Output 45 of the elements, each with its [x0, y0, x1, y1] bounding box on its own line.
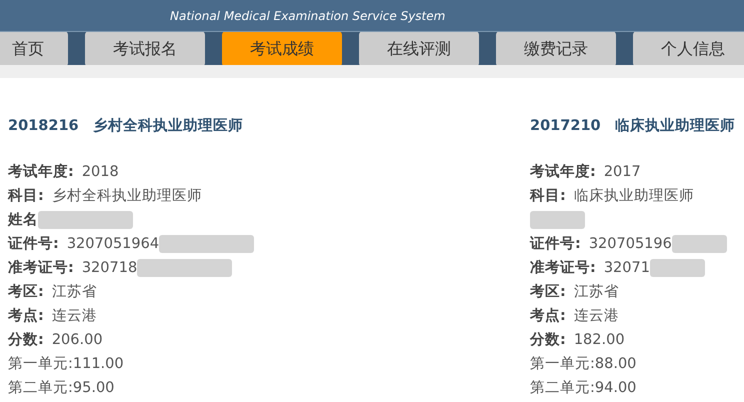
nav-tab[interactable]: 考试成绩: [222, 32, 342, 65]
field-label: 证件号:: [8, 234, 59, 254]
field-label: 证件号:: [530, 234, 581, 254]
field-value: 连云港: [574, 306, 619, 326]
field-label: 考点:: [530, 306, 566, 326]
result-title: 2017210 临床执业助理医师: [530, 116, 736, 136]
field-value: 临床执业助理医师: [574, 186, 694, 206]
redacted-block: [530, 210, 585, 229]
field-label: 准考证号:: [530, 258, 596, 278]
field-value: 320705196: [588, 234, 672, 254]
field-label: 考试年度:: [530, 162, 596, 182]
unit-score: 第一单元:88.00: [530, 354, 636, 374]
field-value: 2017: [604, 162, 641, 182]
unit-score: 第一单元:111.00: [8, 354, 124, 374]
unit-score: 第二单元:95.00: [8, 378, 114, 398]
field-label: 考试年度:: [8, 162, 74, 182]
field-value: 32071: [604, 258, 650, 278]
field-value: 乡村全科执业助理医师: [52, 186, 202, 206]
nav-tab[interactable]: 在线评测: [359, 32, 479, 65]
field-label: 姓名: [8, 210, 38, 230]
field-value: 2018: [82, 162, 119, 182]
field-label: 准考证号:: [8, 258, 74, 278]
field-value: 320718: [82, 258, 138, 278]
nav-tab[interactable]: 缴费记录: [496, 32, 616, 65]
redacted-block: [672, 234, 727, 253]
field-label: 考区:: [530, 282, 566, 302]
field-label: 考点:: [8, 306, 44, 326]
nav-tab[interactable]: 首页: [0, 32, 68, 65]
nav-tab[interactable]: 个人信息: [633, 32, 744, 65]
result-title: 2018216 乡村全科执业助理医师: [8, 116, 244, 136]
field-value: 江苏省: [574, 282, 619, 302]
field-label: 考区:: [8, 282, 44, 302]
field-value: 连云港: [52, 306, 97, 326]
field-label: 分数:: [530, 330, 566, 350]
field-value: 江苏省: [52, 282, 97, 302]
field-value: 3207051964: [66, 234, 160, 254]
field-value: 182.00: [574, 330, 625, 350]
field-value: 206.00: [52, 330, 103, 350]
redacted-block: [650, 258, 705, 277]
field-label: 分数:: [8, 330, 44, 350]
field-label: 科目:: [530, 186, 566, 206]
nav-tab[interactable]: 考试报名: [85, 32, 205, 65]
unit-score: 第二单元:94.00: [530, 378, 636, 398]
site-subtitle: National Medical Examination Service System: [170, 10, 446, 22]
field-label: 科目:: [8, 186, 44, 206]
